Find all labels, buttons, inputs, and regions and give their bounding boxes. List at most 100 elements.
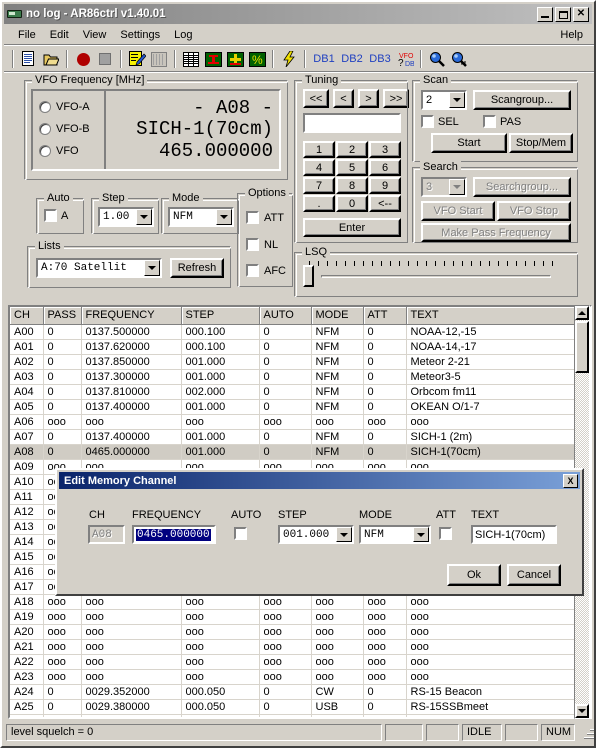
dialog-text-field[interactable]: SICH-1(70cm) <box>471 525 557 544</box>
db3-button[interactable]: DB3 <box>366 48 394 70</box>
grid-disabled-icon[interactable] <box>148 48 170 70</box>
db1-button[interactable]: DB1 <box>310 48 338 70</box>
key-4[interactable]: 4 <box>303 159 335 176</box>
key-2[interactable]: 2 <box>336 141 368 158</box>
table-row[interactable]: A22 ooo ooo ooo ooo ooo ooo ooo <box>10 654 578 670</box>
scan-group-select[interactable]: 2 <box>421 90 467 110</box>
table-row[interactable]: A24 0 0029.352000 000.050 0 CW 0 RS-15 Beacon <box>10 684 578 700</box>
scan-pas-checkbox[interactable]: PAS <box>483 115 521 128</box>
table-row[interactable]: A18 ooo ooo ooo ooo ooo ooo ooo <box>10 594 578 610</box>
new-file-icon[interactable] <box>18 48 40 70</box>
chevron-down-icon[interactable] <box>449 92 465 108</box>
refresh-button[interactable]: Refresh <box>170 258 224 278</box>
auto-checkbox[interactable]: A <box>44 209 68 222</box>
key-1[interactable]: 1 <box>303 141 335 158</box>
chart-red-icon[interactable] <box>202 48 224 70</box>
key-5[interactable]: 5 <box>336 159 368 176</box>
option-att-checkbox[interactable]: ATT <box>246 211 284 224</box>
scangroup-button[interactable]: Scangroup... <box>473 90 571 110</box>
option-nl-checkbox[interactable]: NL <box>246 238 278 251</box>
table-row[interactable]: A01 0 0137.620000 000.100 0 NFM 0 NOAA-14,-17 <box>10 339 578 355</box>
dialog-cancel-button[interactable]: Cancel <box>507 564 561 586</box>
key-8[interactable]: 8 <box>336 177 368 194</box>
vfo-a-radio[interactable]: VFO-A <box>39 96 104 118</box>
memory-table-icon[interactable] <box>180 48 202 70</box>
table-row[interactable]: A21 ooo ooo ooo ooo ooo ooo ooo <box>10 639 578 655</box>
table-row[interactable]: A08 0 0465.000000 001.000 0 NFM 0 SICH-1(70cm) <box>10 444 578 460</box>
tune-up-button[interactable]: > <box>358 89 379 108</box>
lightning-icon[interactable] <box>278 48 300 70</box>
column-header-auto[interactable]: AUTO <box>259 307 312 325</box>
stop-icon[interactable] <box>94 48 116 70</box>
mode-select[interactable]: NFM <box>168 207 234 227</box>
chevron-down-icon[interactable] <box>216 209 232 225</box>
dialog-mode-select[interactable]: NFM <box>359 525 431 544</box>
minimize-button[interactable] <box>537 6 553 22</box>
help-db-icon[interactable]: VFO? DB <box>394 48 416 70</box>
table-row[interactable]: A26ooooooooooooooooooooo <box>10 714 578 717</box>
vfo-start-button[interactable]: VFO Start <box>421 201 495 221</box>
menu-help[interactable]: Help <box>558 27 591 43</box>
tune-down-button[interactable]: < <box>333 89 354 108</box>
table-row[interactable]: A05 0 0137.400000 001.000 0 NFM 0 OKEAN O/1-7 <box>10 399 578 415</box>
db2-button[interactable]: DB2 <box>338 48 366 70</box>
column-header-ch[interactable]: CH <box>10 307 44 325</box>
scrollbar-thumb[interactable] <box>575 321 589 373</box>
key-3[interactable]: 3 <box>369 141 401 158</box>
column-header-att[interactable]: ATT <box>363 307 407 325</box>
step-select[interactable]: 1.00 <box>98 207 154 227</box>
menu-log[interactable]: Log <box>167 27 199 43</box>
table-row[interactable]: A04 0 0137.810000 002.000 0 NFM 0 Orbcom fm11 <box>10 384 578 400</box>
maximize-button[interactable] <box>555 6 571 22</box>
dialog-close-button[interactable]: X <box>563 473 578 488</box>
table-row[interactable]: A03 0 0137.300000 001.000 0 NFM 0 Meteor3-5 <box>10 369 578 385</box>
column-header-step[interactable]: STEP <box>181 307 260 325</box>
scroll-down-button[interactable] <box>575 704 589 718</box>
search-group-select[interactable]: 3 <box>421 177 467 197</box>
menu-edit[interactable]: Edit <box>43 27 76 43</box>
resize-grip-icon[interactable] <box>580 725 594 739</box>
menu-view[interactable]: View <box>76 27 114 43</box>
table-row[interactable]: A07 0 0137.400000 001.000 0 NFM 0 SICH-1 (2m) <box>10 429 578 445</box>
chevron-down-icon[interactable] <box>336 527 352 542</box>
chevron-down-icon[interactable] <box>413 527 429 542</box>
lsq-slider-track[interactable] <box>321 275 551 278</box>
menu-file[interactable]: File <box>11 27 43 43</box>
table-row[interactable]: A06 ooo ooo ooo ooo ooo ooo ooo <box>10 414 578 430</box>
tuning-input[interactable] <box>303 113 401 133</box>
key-7[interactable]: 7 <box>303 177 335 194</box>
key-9[interactable]: 9 <box>369 177 401 194</box>
zoom-in-icon[interactable] <box>426 48 448 70</box>
chart-yellow-icon[interactable] <box>224 48 246 70</box>
table-row[interactable]: A02 0 0137.850000 001.000 0 NFM 0 Meteor 2-21 <box>10 354 578 370</box>
table-row[interactable]: A25 0 0029.380000 000.050 0 USB 0 RS-15SSBmeet <box>10 699 578 715</box>
close-button[interactable]: ✕ <box>573 6 589 22</box>
column-header-frequency[interactable]: FREQUENCY <box>81 307 182 325</box>
vfo-b-radio[interactable]: VFO-B <box>39 118 104 140</box>
scroll-up-button[interactable] <box>575 306 589 320</box>
key-0[interactable]: 0 <box>336 195 368 212</box>
zoom-find-icon[interactable] <box>448 48 470 70</box>
key-backspace[interactable]: <-- <box>369 195 401 212</box>
chevron-down-icon[interactable] <box>144 260 160 276</box>
scan-start-button[interactable]: Start <box>431 133 507 153</box>
scan-sel-checkbox[interactable]: SEL <box>421 115 459 128</box>
dialog-frequency-field[interactable]: 0465.000000 <box>132 525 216 544</box>
option-afc-checkbox[interactable]: AFC <box>246 264 286 277</box>
key-dot[interactable]: . <box>303 195 335 212</box>
menu-settings[interactable]: Settings <box>113 27 167 43</box>
column-header-mode[interactable]: MODE <box>311 307 364 325</box>
vfo-radio[interactable]: VFO <box>39 140 104 162</box>
searchgroup-button[interactable]: Searchgroup... <box>473 177 571 197</box>
open-file-icon[interactable] <box>40 48 62 70</box>
dialog-att-checkbox[interactable] <box>439 527 452 540</box>
edit-list-icon[interactable] <box>126 48 148 70</box>
enter-button[interactable]: Enter <box>303 218 401 237</box>
dialog-ok-button[interactable]: Ok <box>447 564 501 586</box>
percent-icon[interactable]: % <box>246 48 268 70</box>
column-header-pass[interactable]: PASS <box>43 307 82 325</box>
dialog-step-select[interactable]: 001.000 <box>278 525 354 544</box>
table-row[interactable]: A00 0 0137.500000 000.100 0 NFM 0 NOAA-12,-15 <box>10 324 578 340</box>
table-row[interactable]: A19 ooo ooo ooo ooo ooo ooo ooo <box>10 609 578 625</box>
table-row[interactable]: A20 ooo ooo ooo ooo ooo ooo ooo <box>10 624 578 640</box>
